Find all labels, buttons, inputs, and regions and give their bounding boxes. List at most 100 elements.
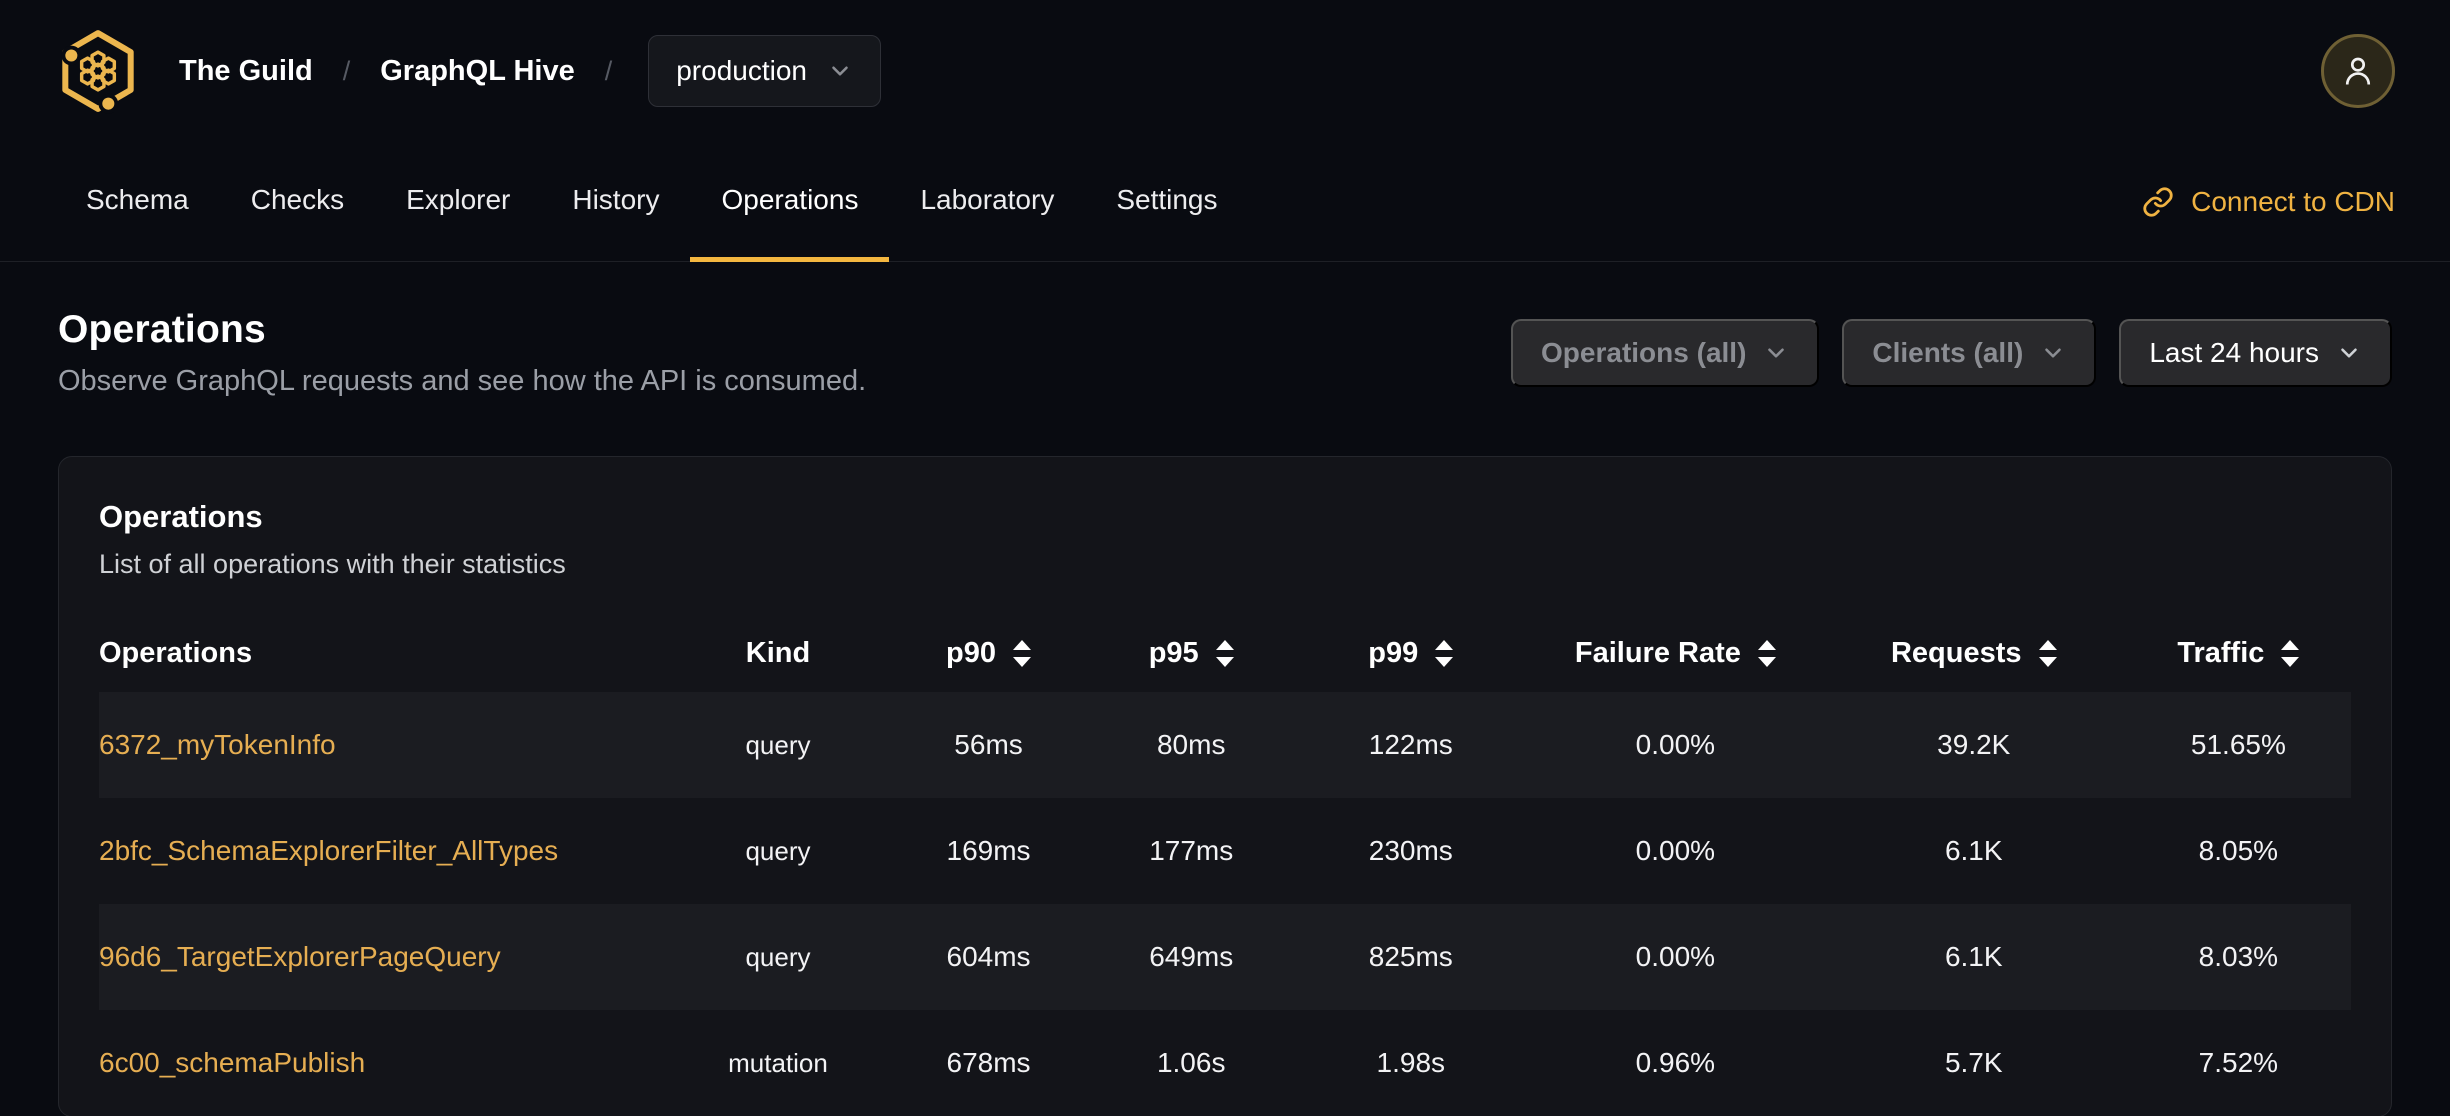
cell-p95: 80ms bbox=[1156, 729, 1226, 760]
clients-filter-dropdown[interactable]: Clients (all) bbox=[1842, 319, 2097, 387]
breadcrumb-org[interactable]: The Guild bbox=[179, 55, 313, 88]
cell-kind: mutation bbox=[728, 1047, 828, 1078]
operations-filter-dropdown[interactable]: Operations (all) bbox=[1511, 319, 1820, 387]
cell-failure-rate: 0.96% bbox=[1635, 1047, 1716, 1078]
cell-p95: 177ms bbox=[1149, 835, 1234, 866]
cell-kind: query bbox=[745, 941, 811, 972]
column-label: Traffic bbox=[2177, 636, 2265, 669]
column-header-traffic[interactable]: Traffic bbox=[2126, 614, 2351, 692]
page-title: Operations bbox=[58, 308, 266, 351]
user-avatar[interactable] bbox=[2321, 34, 2395, 108]
sort-icon[interactable] bbox=[2038, 639, 2057, 667]
clients-filter-label: Clients (all) bbox=[1872, 337, 2024, 368]
cell-traffic: 51.65% bbox=[2190, 729, 2286, 760]
cell-p90: 56ms bbox=[954, 729, 1023, 760]
operation-link[interactable]: 2bfc_SchemaExplorerFilter_AllTypes bbox=[99, 835, 558, 866]
column-header-requests[interactable]: Requests bbox=[1822, 614, 2126, 692]
column-label: p99 bbox=[1368, 636, 1419, 669]
tab-explorer[interactable]: Explorer bbox=[375, 142, 541, 262]
tab-bar: Schema Checks Explorer History Operation… bbox=[0, 142, 2450, 262]
cell-failure-rate: 0.00% bbox=[1635, 729, 1716, 760]
filter-bar: Operations (all) Clients (all) Last 24 h… bbox=[1511, 319, 2392, 387]
tab-schema[interactable]: Schema bbox=[55, 142, 220, 262]
column-header-p90[interactable]: p90 bbox=[887, 614, 1090, 692]
column-header-p99[interactable]: p99 bbox=[1293, 614, 1529, 692]
operation-link[interactable]: 6c00_schemaPublish bbox=[99, 1047, 365, 1078]
cell-traffic: 8.05% bbox=[2198, 835, 2279, 866]
breadcrumb: The Guild / GraphQL Hive / production bbox=[179, 35, 881, 107]
table-row: 6372_myTokenInfo query 56ms 80ms 122ms 0… bbox=[99, 692, 2351, 798]
operations-card: Operations List of all operations with t… bbox=[58, 456, 2392, 1116]
sort-icon[interactable] bbox=[1435, 639, 1454, 667]
sort-icon[interactable] bbox=[1013, 639, 1032, 667]
cell-kind: query bbox=[745, 835, 811, 866]
cell-kind: query bbox=[745, 729, 811, 760]
cell-p95: 649ms bbox=[1149, 941, 1234, 972]
operation-link[interactable]: 96d6_TargetExplorerPageQuery bbox=[99, 941, 501, 972]
cell-p99: 825ms bbox=[1368, 941, 1453, 972]
column-header-kind: Kind bbox=[669, 614, 887, 692]
operation-link[interactable]: 6372_myTokenInfo bbox=[99, 729, 336, 760]
tab-checks[interactable]: Checks bbox=[220, 142, 375, 262]
chevron-down-icon bbox=[2045, 348, 2062, 358]
cell-requests: 39.2K bbox=[1937, 729, 2011, 760]
user-icon bbox=[2345, 57, 2371, 85]
tab-laboratory[interactable]: Laboratory bbox=[889, 142, 1085, 262]
cell-p90: 604ms bbox=[946, 941, 1031, 972]
period-filter-label: Last 24 hours bbox=[2149, 337, 2319, 368]
operations-table: Operations Kind p90 p95 p99 Failure Rate… bbox=[99, 614, 2351, 1116]
tab-settings[interactable]: Settings bbox=[1085, 142, 1248, 262]
environment-selector[interactable]: production bbox=[648, 35, 881, 107]
sort-icon[interactable] bbox=[2281, 639, 2300, 667]
column-label: p90 bbox=[946, 636, 997, 669]
sort-icon[interactable] bbox=[1215, 639, 1234, 667]
breadcrumb-separator: / bbox=[604, 55, 613, 86]
column-header-failure-rate[interactable]: Failure Rate bbox=[1529, 614, 1822, 692]
cell-requests: 5.7K bbox=[1944, 1047, 2003, 1078]
page-head: Operations Observe GraphQL requests and … bbox=[58, 308, 2392, 398]
hive-logo-icon bbox=[61, 30, 134, 114]
breadcrumb-separator: / bbox=[342, 55, 351, 86]
column-label: Failure Rate bbox=[1574, 636, 1741, 669]
tab-operations[interactable]: Operations bbox=[690, 142, 890, 262]
connect-to-cdn-link[interactable]: Connect to CDN bbox=[2142, 142, 2395, 261]
environment-label: production bbox=[676, 55, 807, 86]
column-header-p95[interactable]: p95 bbox=[1090, 614, 1293, 692]
column-label: Kind bbox=[745, 636, 811, 669]
cell-p99: 1.98s bbox=[1376, 1047, 1446, 1078]
main-content: Operations Observe GraphQL requests and … bbox=[0, 308, 2450, 1116]
column-label: Operations bbox=[99, 636, 253, 669]
chevron-down-icon bbox=[832, 66, 848, 76]
cell-traffic: 8.03% bbox=[2198, 941, 2279, 972]
cell-requests: 6.1K bbox=[1944, 835, 2003, 866]
cell-p90: 169ms bbox=[946, 835, 1031, 866]
operations-filter-label: Operations (all) bbox=[1541, 337, 1747, 368]
page-heading-block: Operations Observe GraphQL requests and … bbox=[58, 308, 866, 398]
chevron-down-icon bbox=[1768, 348, 1785, 358]
cell-p99: 230ms bbox=[1368, 835, 1453, 866]
table-header-row: Operations Kind p90 p95 p99 Failure Rate… bbox=[99, 614, 2351, 692]
table-row: 96d6_TargetExplorerPageQuery query 604ms… bbox=[99, 904, 2351, 1010]
card-subtitle: List of all operations with their statis… bbox=[99, 549, 566, 579]
cell-failure-rate: 0.00% bbox=[1635, 835, 1716, 866]
breadcrumb-project[interactable]: GraphQL Hive bbox=[380, 55, 574, 88]
cell-traffic: 7.52% bbox=[2198, 1047, 2279, 1078]
cell-requests: 6.1K bbox=[1944, 941, 2003, 972]
column-label: p95 bbox=[1148, 636, 1199, 669]
link-icon bbox=[2143, 186, 2173, 217]
sort-icon[interactable] bbox=[1757, 639, 1776, 667]
table-row: 6c00_schemaPublish mutation 678ms 1.06s … bbox=[99, 1010, 2351, 1116]
period-filter-dropdown[interactable]: Last 24 hours bbox=[2119, 319, 2392, 387]
tab-history[interactable]: History bbox=[541, 142, 690, 262]
topbar: The Guild / GraphQL Hive / production bbox=[0, 0, 2450, 142]
cell-failure-rate: 0.00% bbox=[1635, 941, 1716, 972]
page-subtitle: Observe GraphQL requests and see how the… bbox=[58, 365, 867, 397]
connect-to-cdn-label: Connect to CDN bbox=[2191, 185, 2395, 217]
chevron-down-icon bbox=[2341, 348, 2357, 358]
table-row: 2bfc_SchemaExplorerFilter_AllTypes query… bbox=[99, 798, 2351, 904]
column-header-operations: Operations bbox=[99, 614, 669, 692]
cell-p95: 1.06s bbox=[1156, 1047, 1226, 1078]
card-title: Operations bbox=[99, 499, 263, 534]
cell-p99: 122ms bbox=[1368, 729, 1453, 760]
column-label: Requests bbox=[1890, 636, 2022, 669]
